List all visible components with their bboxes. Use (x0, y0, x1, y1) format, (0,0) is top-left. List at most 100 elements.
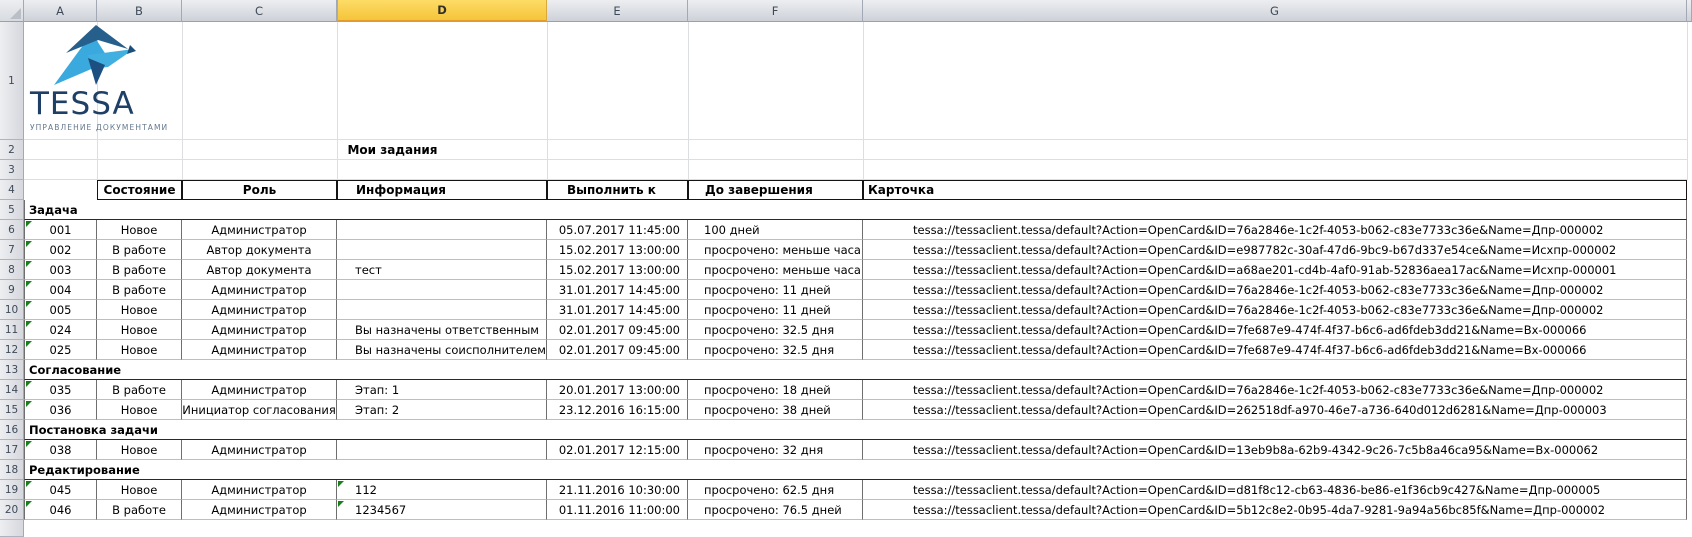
task-id-cell-row20[interactable]: 046 (24, 500, 97, 520)
task-role-cell-row19[interactable]: Администратор (182, 480, 337, 500)
row-header-13[interactable]: 13 (0, 360, 24, 380)
row-header-partial[interactable] (0, 520, 24, 537)
row-header-4[interactable]: 4 (0, 180, 24, 200)
column-header-E[interactable]: E (547, 0, 688, 22)
task-role-cell-row8[interactable]: Автор документа (182, 260, 337, 280)
header-role[interactable]: Роль (182, 180, 337, 200)
task-info-cell-row10[interactable] (337, 300, 547, 320)
task-time-left-cell-row14[interactable]: просрочено: 18 дней (688, 380, 863, 400)
task-info-cell-row8[interactable]: тест (337, 260, 547, 280)
row-header-14[interactable]: 14 (0, 380, 24, 400)
task-due-cell-row9[interactable]: 31.01.2017 14:45:00 (547, 280, 688, 300)
task-card-link-cell-row14[interactable]: tessa://tessaclient.tessa/default?Action… (863, 380, 1687, 400)
task-state-cell-row14[interactable]: В работе (97, 380, 182, 400)
task-id-cell-row8[interactable]: 003 (24, 260, 97, 280)
task-time-left-cell-row7[interactable]: просрочено: меньше часа (688, 240, 863, 260)
task-due-cell-row6[interactable]: 05.07.2017 11:45:00 (547, 220, 688, 240)
row-header-8[interactable]: 8 (0, 260, 24, 280)
task-time-left-cell-row20[interactable]: просрочено: 76.5 дней (688, 500, 863, 520)
header-time-left[interactable]: До завершения (688, 180, 863, 200)
row-header-9[interactable]: 9 (0, 280, 24, 300)
task-state-cell-row9[interactable]: В работе (97, 280, 182, 300)
task-state-cell-row6[interactable]: Новое (97, 220, 182, 240)
row-header-15[interactable]: 15 (0, 400, 24, 420)
task-info-cell-row7[interactable] (337, 240, 547, 260)
task-info-cell-row17[interactable] (337, 440, 547, 460)
group-row-16[interactable]: Постановка задачи (24, 420, 1687, 440)
task-time-left-cell-row15[interactable]: просрочено: 38 дней (688, 400, 863, 420)
task-card-link-cell-row9[interactable]: tessa://tessaclient.tessa/default?Action… (863, 280, 1687, 300)
task-role-cell-row15[interactable]: Инициатор согласования (182, 400, 337, 420)
task-card-link-cell-row6[interactable]: tessa://tessaclient.tessa/default?Action… (863, 220, 1687, 240)
column-header-G[interactable]: G (863, 0, 1687, 22)
task-info-cell-row12[interactable]: Вы назначены соисполнителем. (337, 340, 547, 360)
column-header-F[interactable]: F (688, 0, 863, 22)
row-header-10[interactable]: 10 (0, 300, 24, 320)
task-state-cell-row7[interactable]: В работе (97, 240, 182, 260)
task-state-cell-row8[interactable]: В работе (97, 260, 182, 280)
select-all-corner[interactable] (0, 0, 24, 22)
row-header-11[interactable]: 11 (0, 320, 24, 340)
task-info-cell-row9[interactable] (337, 280, 547, 300)
task-time-left-cell-row19[interactable]: просрочено: 62.5 дня (688, 480, 863, 500)
row-header-1[interactable]: 1 (0, 22, 24, 140)
task-due-cell-row7[interactable]: 15.02.2017 13:00:00 (547, 240, 688, 260)
row-header-6[interactable]: 6 (0, 220, 24, 240)
task-time-left-cell-row12[interactable]: просрочено: 32.5 дня (688, 340, 863, 360)
task-time-left-cell-row17[interactable]: просрочено: 32 дня (688, 440, 863, 460)
task-state-cell-row11[interactable]: Новое (97, 320, 182, 340)
row-header-19[interactable]: 19 (0, 480, 24, 500)
task-info-cell-row15[interactable]: Этап: 2 (337, 400, 547, 420)
task-due-cell-row17[interactable]: 02.01.2017 12:15:00 (547, 440, 688, 460)
task-state-cell-row19[interactable]: Новое (97, 480, 182, 500)
task-time-left-cell-row10[interactable]: просрочено: 11 дней (688, 300, 863, 320)
column-header-B[interactable]: B (97, 0, 182, 22)
task-id-cell-row6[interactable]: 001 (24, 220, 97, 240)
task-id-cell-row11[interactable]: 024 (24, 320, 97, 340)
column-header-C[interactable]: C (182, 0, 337, 22)
header-info[interactable]: Информация (337, 180, 547, 200)
task-info-cell-row20[interactable]: 1234567 (337, 500, 547, 520)
report-title-cell[interactable]: Мои задания (97, 140, 688, 160)
row-header-16[interactable]: 16 (0, 420, 24, 440)
task-role-cell-row9[interactable]: Администратор (182, 280, 337, 300)
task-card-link-cell-row10[interactable]: tessa://tessaclient.tessa/default?Action… (863, 300, 1687, 320)
task-card-link-cell-row20[interactable]: tessa://tessaclient.tessa/default?Action… (863, 500, 1687, 520)
task-state-cell-row10[interactable]: Новое (97, 300, 182, 320)
task-time-left-cell-row6[interactable]: 100 дней (688, 220, 863, 240)
group-row-13[interactable]: Согласование (24, 360, 1687, 380)
task-time-left-cell-row8[interactable]: просрочено: меньше часа (688, 260, 863, 280)
task-info-cell-row11[interactable]: Вы назначены ответственным (337, 320, 547, 340)
task-role-cell-row7[interactable]: Автор документа (182, 240, 337, 260)
task-id-cell-row17[interactable]: 038 (24, 440, 97, 460)
row-header-18[interactable]: 18 (0, 460, 24, 480)
task-state-cell-row17[interactable]: Новое (97, 440, 182, 460)
task-due-cell-row14[interactable]: 20.01.2017 13:00:00 (547, 380, 688, 400)
task-id-cell-row9[interactable]: 004 (24, 280, 97, 300)
task-due-cell-row19[interactable]: 21.11.2016 10:30:00 (547, 480, 688, 500)
task-time-left-cell-row9[interactable]: просрочено: 11 дней (688, 280, 863, 300)
task-id-cell-row10[interactable]: 005 (24, 300, 97, 320)
task-id-cell-row12[interactable]: 025 (24, 340, 97, 360)
task-time-left-cell-row11[interactable]: просрочено: 32.5 дня (688, 320, 863, 340)
task-card-link-cell-row12[interactable]: tessa://tessaclient.tessa/default?Action… (863, 340, 1687, 360)
task-id-cell-row15[interactable]: 036 (24, 400, 97, 420)
task-role-cell-row20[interactable]: Администратор (182, 500, 337, 520)
header-state[interactable]: Состояние (97, 180, 182, 200)
task-id-cell-row7[interactable]: 002 (24, 240, 97, 260)
task-card-link-cell-row8[interactable]: tessa://tessaclient.tessa/default?Action… (863, 260, 1687, 280)
task-state-cell-row12[interactable]: Новое (97, 340, 182, 360)
task-info-cell-row14[interactable]: Этап: 1 (337, 380, 547, 400)
row-header-2[interactable]: 2 (0, 140, 24, 160)
row-header-5[interactable]: 5 (0, 200, 24, 220)
row-header-3[interactable]: 3 (0, 160, 24, 180)
task-role-cell-row6[interactable]: Администратор (182, 220, 337, 240)
task-info-cell-row6[interactable] (337, 220, 547, 240)
task-state-cell-row20[interactable]: В работе (97, 500, 182, 520)
row-header-12[interactable]: 12 (0, 340, 24, 360)
task-role-cell-row10[interactable]: Администратор (182, 300, 337, 320)
task-id-cell-row19[interactable]: 045 (24, 480, 97, 500)
header-card[interactable]: Карточка (863, 180, 1687, 200)
task-due-cell-row8[interactable]: 15.02.2017 13:00:00 (547, 260, 688, 280)
column-header-next-partial[interactable] (1687, 0, 1692, 22)
